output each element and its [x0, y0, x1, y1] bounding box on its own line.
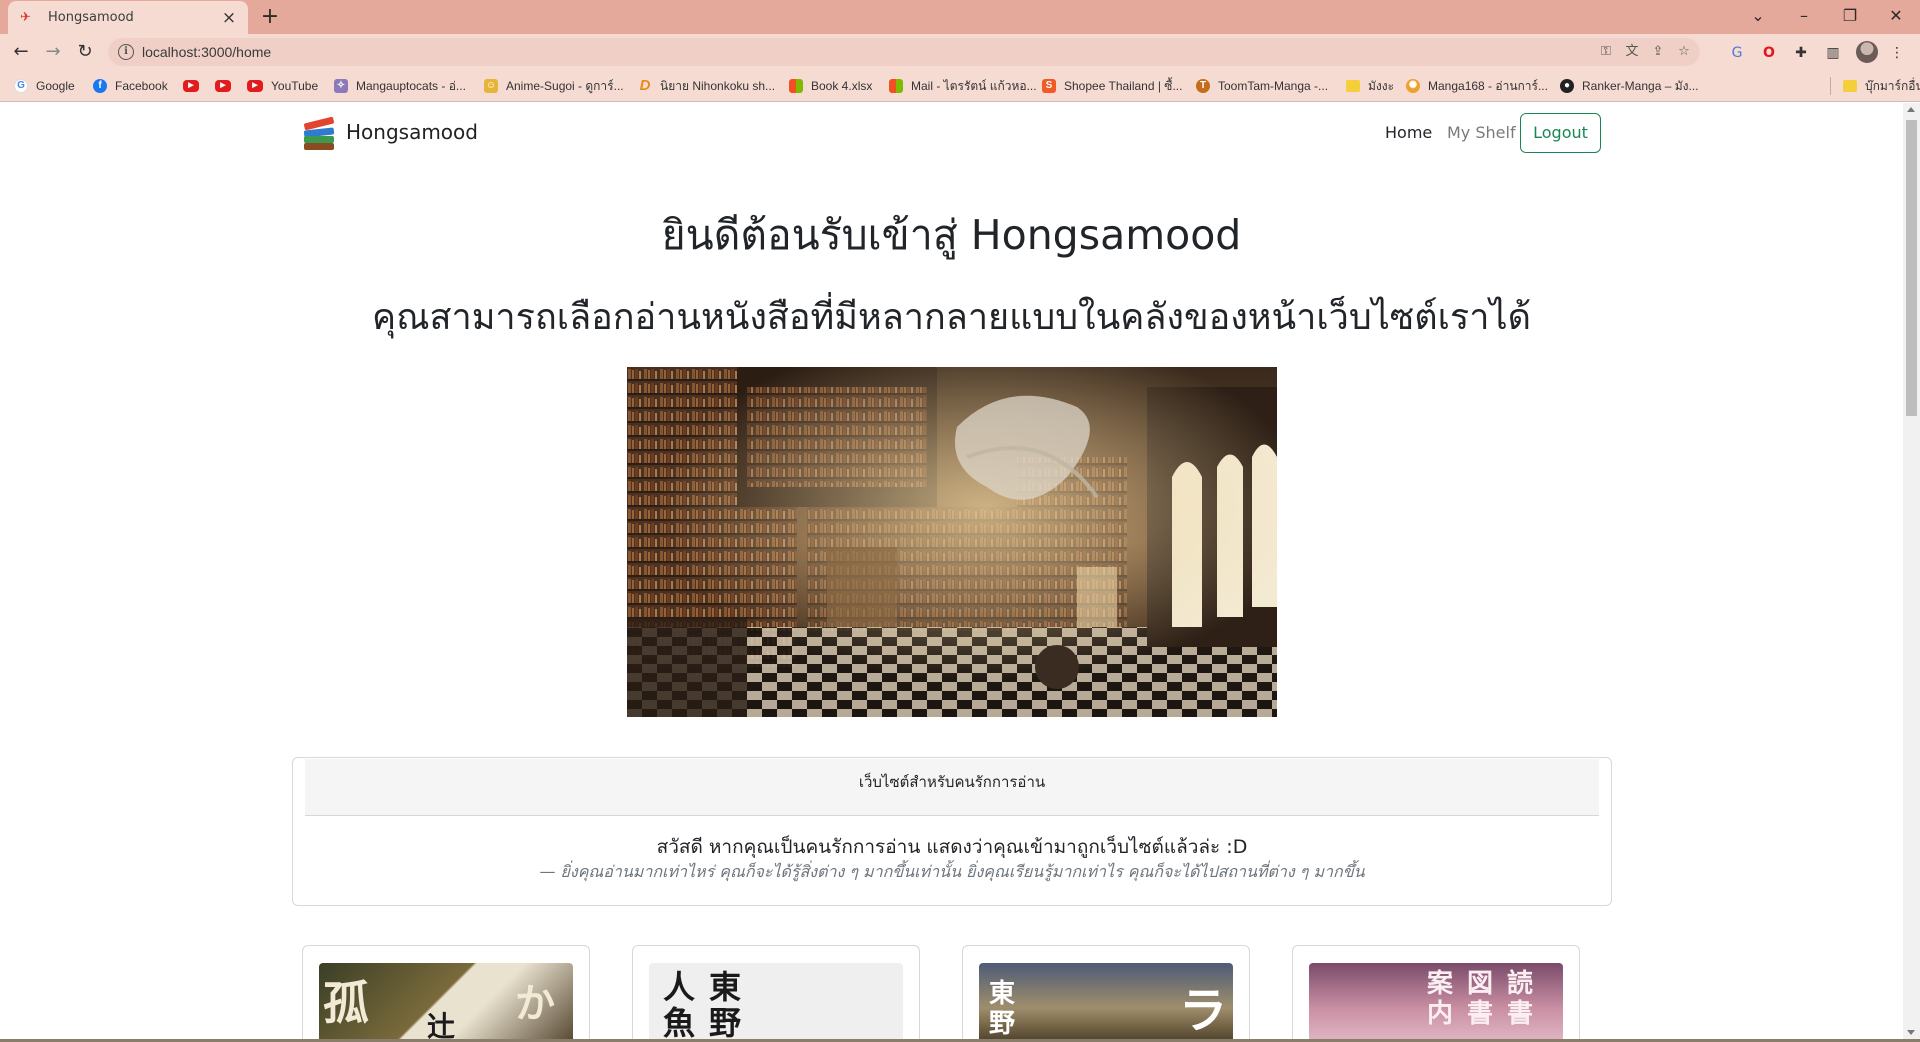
page-scrollbar[interactable]: [1903, 103, 1920, 1039]
card-quote: สวัสดี หากคุณเป็นคนรักการอ่าน แสดงว่าคุณ…: [656, 836, 1248, 858]
bookmark-item[interactable]: ● Ranker-Manga – มัง...: [1560, 77, 1698, 95]
brand-link[interactable]: Hongsamood: [302, 114, 478, 150]
bookmark-star-icon[interactable]: ☆: [1674, 42, 1694, 62]
book-card[interactable]: 人魚 東野: [632, 945, 920, 1039]
shopee-icon: S: [1042, 79, 1056, 93]
minimize-button[interactable]: –: [1786, 2, 1822, 30]
rocket-icon: ✈: [20, 9, 31, 25]
youtube-icon: ▶: [247, 80, 263, 92]
bookmark-item[interactable]: T ToomTam-Manga -...: [1196, 77, 1328, 95]
nav-shelf-link[interactable]: My Shelf: [1447, 123, 1516, 142]
facebook-icon: f: [93, 79, 107, 93]
folder-icon: [1346, 80, 1360, 92]
new-tab-button[interactable]: +: [256, 3, 284, 31]
bookmarks-bar: G Google f Facebook ▶ ▶ ▶ YouTube ✧ Mangaupt…: [0, 70, 1920, 102]
book-cover-image: 孤 辻 か: [319, 963, 573, 1039]
bookmark-item[interactable]: Mail - ไตรรัตน์ แก้วหอ...: [889, 77, 1037, 95]
scroll-up-arrow-icon[interactable]: [1907, 107, 1915, 112]
tab-title: Hongsamood: [48, 10, 134, 25]
close-window-button[interactable]: ✕: [1878, 2, 1914, 30]
book-card[interactable]: 孤 辻 か: [302, 945, 590, 1039]
bookmark-item[interactable]: S Shopee Thailand | ซื้...: [1042, 77, 1182, 95]
page-viewport: Hongsamood Home My Shelf Logout ยินดีต้อ…: [0, 103, 1903, 1039]
google-translate-extension-icon[interactable]: G: [1726, 42, 1748, 64]
brand-name: Hongsamood: [346, 120, 478, 144]
translate-icon[interactable]: 文: [1622, 42, 1642, 62]
nav-home-link[interactable]: Home: [1385, 123, 1432, 142]
book-cover-image: 案内 図書 読書: [1309, 963, 1563, 1039]
tab-search-icon[interactable]: ⌄: [1740, 2, 1776, 30]
books-logo-icon: [302, 114, 340, 150]
google-icon: G: [14, 79, 28, 93]
other-bookmarks[interactable]: บุ๊กมาร์กอื่นๆ: [1830, 77, 1920, 95]
extensions-puzzle-icon[interactable]: ✚: [1790, 42, 1812, 64]
site-navbar: Hongsamood Home My Shelf Logout: [302, 103, 1602, 163]
office-icon: [889, 79, 903, 93]
back-button[interactable]: ←: [8, 39, 34, 65]
reload-button[interactable]: ↻: [72, 39, 98, 65]
ranker-icon: ●: [1560, 79, 1574, 93]
share-icon[interactable]: ⇪: [1648, 42, 1668, 62]
forward-button[interactable]: →: [40, 39, 66, 65]
book-cover-image: 東野 ラ: [979, 963, 1233, 1039]
bookmark-item[interactable]: ✺ Manga168 - อ่านการ์...: [1406, 77, 1548, 95]
page-subtitle: คุณสามารถเลือกอ่านหนังสือที่มีหลากลายแบบ…: [372, 297, 1531, 338]
address-bar[interactable]: i localhost:3000/home ⚿ 文 ⇪ ☆: [108, 38, 1700, 66]
book-cover-image: 人魚 東野: [649, 963, 903, 1039]
browser-toolbar: ← → ↻ i localhost:3000/home ⚿ 文 ⇪ ☆ G O …: [0, 34, 1920, 70]
bookmark-item[interactable]: ☺ Anime-Sugoi - ดูการ์...: [484, 77, 624, 95]
card-quote-footer: — ยิ่งคุณอ่านมากเท่าไหร่ คุณก็จะได้รู้สิ…: [539, 862, 1365, 881]
close-tab-icon[interactable]: ×: [220, 8, 238, 28]
youtube-icon: ▶: [215, 80, 231, 92]
bookmark-item[interactable]: ▶: [215, 77, 239, 95]
profile-avatar[interactable]: [1856, 41, 1878, 63]
bookmark-item[interactable]: ▶: [183, 77, 207, 95]
welcome-card: เว็บไซต์สำหรับคนรักการอ่าน สวัสดี หากคุณ…: [292, 757, 1612, 906]
restore-button[interactable]: ❐: [1832, 2, 1868, 30]
bookmark-item[interactable]: D นิยาย Nihonkoku sh...: [638, 77, 775, 95]
opera-extension-icon[interactable]: O: [1758, 42, 1780, 64]
bookmark-item[interactable]: G Google: [14, 77, 75, 95]
anime-icon: ☺: [484, 79, 498, 93]
site-info-icon[interactable]: i: [118, 44, 134, 60]
d-icon: D: [639, 77, 651, 94]
scroll-down-arrow-icon[interactable]: [1907, 1030, 1915, 1035]
page-title: ยินดีต้อนรับเข้าสู่ Hongsamood: [661, 211, 1242, 259]
bookmark-item[interactable]: f Facebook: [93, 77, 168, 95]
url-text: localhost:3000/home: [142, 44, 272, 60]
toomtam-icon: T: [1196, 79, 1210, 93]
bookmark-item[interactable]: มังงะ: [1346, 77, 1394, 95]
bookmark-item[interactable]: Book 4.xlsx: [789, 77, 872, 95]
password-key-icon[interactable]: ⚿: [1596, 42, 1616, 62]
manga168-icon: ✺: [1406, 79, 1420, 93]
bookmark-item[interactable]: ▶ YouTube: [247, 77, 318, 95]
book-card[interactable]: 案内 図書 読書: [1292, 945, 1580, 1039]
scrollbar-thumb[interactable]: [1906, 120, 1917, 416]
browser-titlebar: ✈ Hongsamood × + ⌄ – ❐ ✕: [0, 0, 1920, 34]
folder-icon: [1843, 80, 1857, 92]
office-icon: [789, 79, 803, 93]
browser-tab[interactable]: ✈ Hongsamood ×: [8, 1, 248, 34]
bookmark-item[interactable]: ✧ Mangauptocats - อ่...: [334, 77, 466, 95]
youtube-icon: ▶: [183, 80, 199, 92]
menu-kebab-icon[interactable]: ⋮: [1886, 42, 1908, 64]
manga-icon: ✧: [334, 79, 348, 93]
side-panel-icon[interactable]: ▥: [1822, 42, 1844, 64]
library-hero-image: [627, 367, 1277, 717]
logout-button[interactable]: Logout: [1520, 113, 1601, 153]
card-header: เว็บไซต์สำหรับคนรักการอ่าน: [305, 759, 1599, 816]
book-card[interactable]: 東野 ラ: [962, 945, 1250, 1039]
